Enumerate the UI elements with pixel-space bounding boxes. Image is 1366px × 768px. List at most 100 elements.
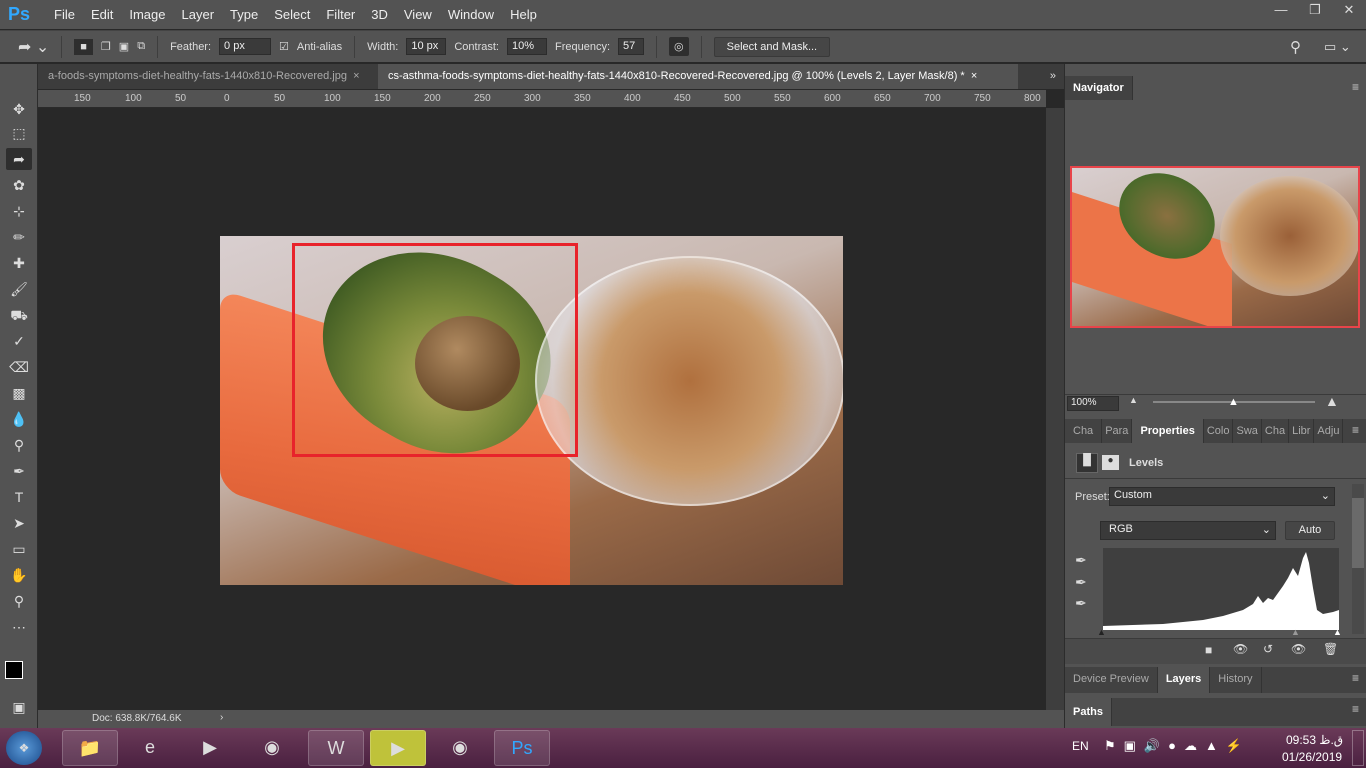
hand-tool-icon[interactable]: ✋ xyxy=(6,564,32,586)
magnetic-lasso-icon[interactable]: ➦ ⌄ xyxy=(18,37,49,57)
close-tab-icon[interactable]: × xyxy=(353,70,359,82)
tab-paths[interactable]: Paths xyxy=(1065,698,1112,726)
white-input-slider[interactable]: ▲ xyxy=(1333,627,1342,637)
tab-properties[interactable]: Properties xyxy=(1132,419,1204,443)
width-input[interactable]: 10 px xyxy=(406,38,447,55)
menu-help[interactable]: Help xyxy=(502,7,545,22)
start-button-icon[interactable]: ❖ xyxy=(6,731,42,765)
more-tools-icon[interactable]: ⋯ xyxy=(6,616,32,638)
select-and-mask-button[interactable]: Select and Mask... xyxy=(713,36,831,57)
subtract-selection-icon[interactable]: ▣ xyxy=(119,40,129,53)
workspace-icon[interactable]: ▭ ⌄ xyxy=(1324,39,1351,55)
language-indicator[interactable]: EN xyxy=(1072,739,1089,753)
navigator-thumbnail[interactable] xyxy=(1070,166,1360,328)
menu-image[interactable]: Image xyxy=(121,7,173,22)
tab-character[interactable]: Cha xyxy=(1262,419,1290,443)
black-input-slider[interactable]: ▲ xyxy=(1097,627,1106,637)
dodge-tool-icon[interactable]: ⚲ xyxy=(6,434,32,456)
clip-to-layer-icon[interactable]: ■ xyxy=(1205,643,1212,657)
feather-input[interactable]: 0 px xyxy=(219,38,272,55)
tab-layers[interactable]: Layers xyxy=(1157,667,1211,693)
auto-button[interactable]: Auto xyxy=(1285,521,1335,540)
tab-device-preview[interactable]: Device Preview xyxy=(1065,667,1158,693)
path-select-icon[interactable]: ➤ xyxy=(6,512,32,534)
more-tabs-icon[interactable]: » xyxy=(1042,64,1064,89)
properties-scrollbar[interactable] xyxy=(1352,484,1364,634)
reset-icon[interactable]: ↺ xyxy=(1263,642,1273,656)
marquee-tool-icon[interactable]: ⬚ xyxy=(6,122,32,144)
media-player-icon[interactable]: ▶ xyxy=(182,730,238,766)
clock-date[interactable]: 01/26/2019 xyxy=(1282,750,1342,764)
gradient-tool-icon[interactable]: ▩ xyxy=(6,382,32,404)
document-tab-active[interactable]: cs-asthma-foods-symptoms-diet-healthy-fa… xyxy=(378,64,1018,89)
search-icon[interactable]: ⚲ xyxy=(1290,38,1301,56)
word-icon[interactable]: W xyxy=(308,730,364,766)
stamp-tool-icon[interactable]: ⛟ xyxy=(6,304,32,326)
system-tray-icons[interactable]: ⚑▣🔊●☁▲⚡ xyxy=(1104,738,1250,754)
tab-libraries[interactable]: Libr xyxy=(1289,419,1315,443)
menu-window[interactable]: Window xyxy=(440,7,502,22)
menu-file[interactable]: File xyxy=(46,7,83,22)
internet-explorer-icon[interactable]: e xyxy=(122,730,178,766)
close-tab-icon[interactable]: × xyxy=(971,70,977,82)
photoshop-taskbar-icon[interactable]: Ps xyxy=(494,730,550,766)
quick-mask-icon[interactable]: ▣ xyxy=(6,696,32,718)
zoom-tool-icon[interactable]: ⚲ xyxy=(6,590,32,612)
pen-tool-icon[interactable]: ✒ xyxy=(6,460,32,482)
contrast-input[interactable]: 10% xyxy=(506,38,547,55)
visibility-icon[interactable]: 👁 xyxy=(1291,642,1306,656)
menu-edit[interactable]: Edit xyxy=(83,7,121,22)
clock-time[interactable]: 09:53 ق.ظ xyxy=(1286,733,1343,747)
file-explorer-icon[interactable]: 📁 xyxy=(62,730,118,766)
tab-history[interactable]: History xyxy=(1210,667,1262,693)
zoom-out-icon[interactable]: ▲ xyxy=(1129,395,1138,405)
pen-pressure-icon[interactable]: ◎ xyxy=(669,37,689,56)
crop-tool-icon[interactable]: ⊹ xyxy=(6,200,32,222)
chrome-icon[interactable]: ◉ xyxy=(432,730,488,766)
tab-adjustments[interactable]: Adju xyxy=(1314,419,1344,443)
video-app-icon[interactable]: ▶ xyxy=(370,730,426,766)
levels-adjustment-icon[interactable]: █ xyxy=(1076,453,1098,473)
type-tool-icon[interactable]: T xyxy=(6,486,32,508)
new-selection-icon[interactable]: ■ xyxy=(74,38,93,55)
menu-view[interactable]: View xyxy=(396,7,440,22)
preset-dropdown[interactable]: Custom ⌄ xyxy=(1109,487,1335,506)
firefox-icon[interactable]: ◉ xyxy=(244,730,300,766)
brush-tool-icon[interactable]: 🖌 xyxy=(6,278,32,300)
panel-menu-icon[interactable]: ≡ xyxy=(1352,671,1359,685)
tab-color[interactable]: Colo xyxy=(1204,419,1234,443)
channel-dropdown[interactable]: RGB ⌄ xyxy=(1100,521,1276,540)
menu-3d[interactable]: 3D xyxy=(363,7,396,22)
view-previous-icon[interactable]: 👁 xyxy=(1233,642,1248,656)
minimize-icon[interactable]: — xyxy=(1264,0,1298,20)
restore-icon[interactable]: ❐ xyxy=(1298,0,1332,20)
rectangle-tool-icon[interactable]: ▭ xyxy=(6,538,32,560)
panel-menu-icon[interactable]: ≡ xyxy=(1352,702,1359,716)
menu-select[interactable]: Select xyxy=(266,7,318,22)
status-menu-icon[interactable]: › xyxy=(220,712,223,723)
eyedropper-tool-icon[interactable]: ✏ xyxy=(6,226,32,248)
white-point-eyedropper-icon[interactable]: ✒ xyxy=(1075,595,1087,612)
frequency-input[interactable]: 57 xyxy=(618,38,645,55)
tab-channels[interactable]: Cha xyxy=(1065,419,1103,443)
black-point-eyedropper-icon[interactable]: ✒ xyxy=(1075,552,1087,569)
menu-type[interactable]: Type xyxy=(222,7,266,22)
canvas-scrollbar[interactable] xyxy=(1046,108,1064,710)
tab-swatches[interactable]: Swa xyxy=(1233,419,1262,443)
intersect-selection-icon[interactable]: ⧉ xyxy=(137,40,145,53)
zoom-in-icon[interactable]: ▲ xyxy=(1325,393,1339,409)
quick-select-tool-icon[interactable]: ✿ xyxy=(6,174,32,196)
move-tool-icon[interactable]: ✥ xyxy=(6,98,32,120)
navigator-zoom-input[interactable]: 100% xyxy=(1067,396,1119,411)
panel-menu-icon[interactable]: ≡ xyxy=(1352,423,1359,437)
layer-mask-icon[interactable]: ● xyxy=(1102,455,1119,470)
history-brush-icon[interactable]: ✓ xyxy=(6,330,32,352)
panel-menu-icon[interactable]: ≡ xyxy=(1352,80,1359,94)
delete-icon[interactable]: 🗑 xyxy=(1323,642,1338,656)
foreground-color-swatch[interactable] xyxy=(5,661,23,679)
gray-point-eyedropper-icon[interactable]: ✒ xyxy=(1075,574,1087,591)
navigator-tab[interactable]: Navigator xyxy=(1065,76,1133,100)
eraser-tool-icon[interactable]: ⌫ xyxy=(6,356,32,378)
lasso-tool-icon[interactable]: ➦ xyxy=(6,148,32,170)
antialias-checkbox[interactable]: ☑ xyxy=(279,40,289,53)
